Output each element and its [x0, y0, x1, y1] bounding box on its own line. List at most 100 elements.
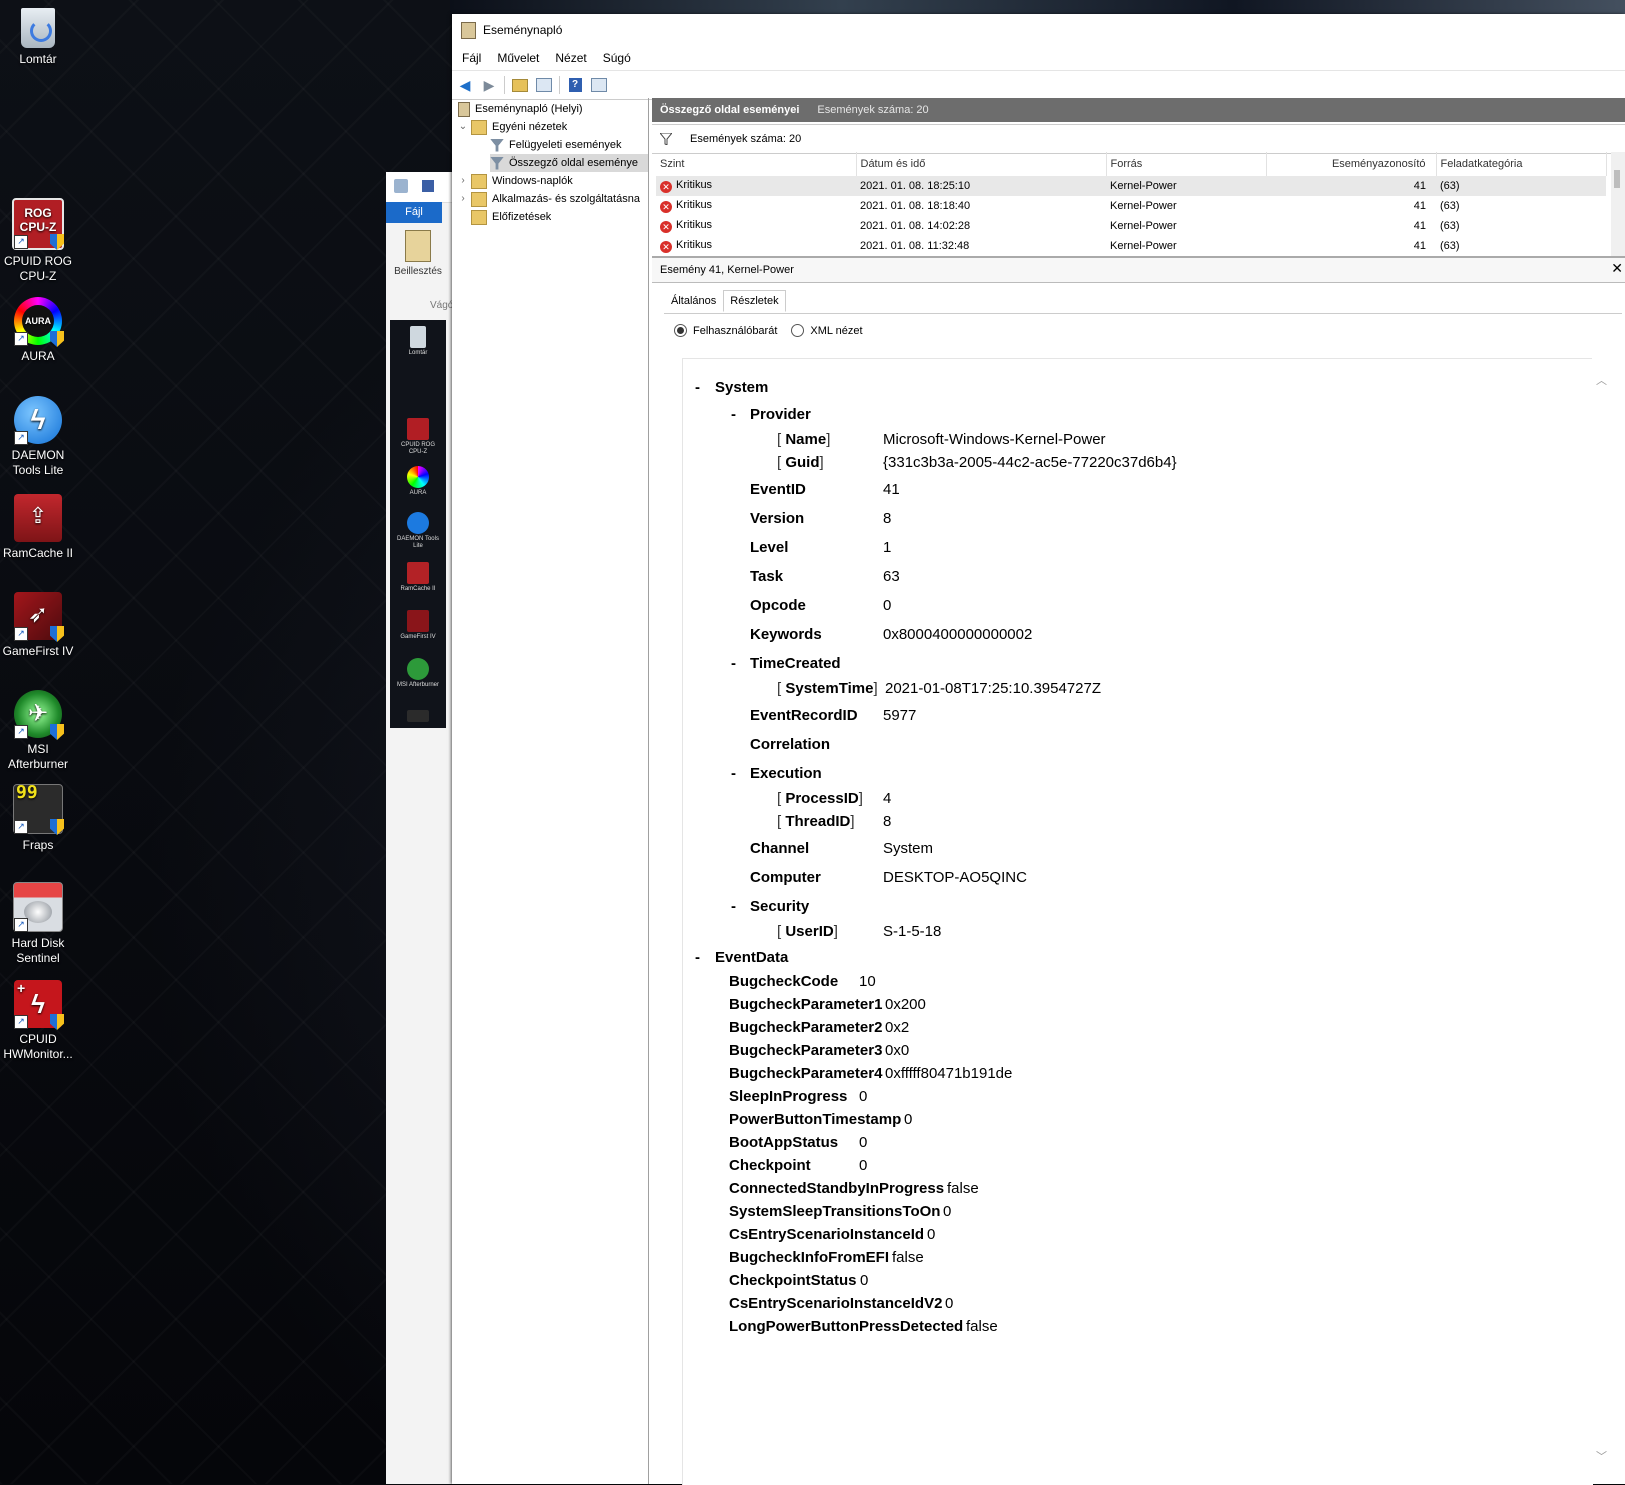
cell-source: Kernel-Power: [1110, 200, 1177, 212]
shortcut-arrow-icon: ↗: [14, 431, 28, 445]
rog-cpuz-icon: ROG CPU-Z ↗: [12, 198, 64, 250]
radio-xml-view[interactable]: [791, 324, 805, 337]
table-row[interactable]: ✕ Kritikus 2021. 01. 08. 18:25:10 Kernel-…: [656, 176, 1606, 196]
preview-icon: Lomtár: [396, 326, 440, 357]
field-value: 41: [883, 481, 900, 498]
tree-item-subscriptions[interactable]: Előfizetések: [471, 208, 551, 226]
shortcut-arrow-icon: ↗: [14, 627, 28, 641]
wordpad-quick-access-toolbar: [386, 172, 452, 203]
table-row[interactable]: ✕ Kritikus 2021. 01. 08. 14:02:28 Kernel-…: [656, 216, 1606, 236]
preview-icon-label: AURA: [409, 490, 427, 496]
tree-item-root[interactable]: Eseménynapló (Helyi): [458, 100, 583, 118]
field-key: EventID: [750, 481, 806, 498]
node-eventdata: EventData: [715, 949, 789, 966]
scrollbar-thumb[interactable]: [1614, 170, 1620, 188]
tree-item-summary-events[interactable]: Összegző oldal eseménye: [490, 154, 648, 172]
column-header-datetime[interactable]: Dátum és idő: [856, 152, 1107, 176]
collapse-toggle[interactable]: -: [731, 406, 736, 423]
event-viewer-window[interactable]: Eseménynapló Fájl Művelet Nézet Súgó ◀ ▶…: [452, 14, 1625, 1485]
tree-item-custom-views[interactable]: ⌄ Egyéni nézetek: [458, 118, 567, 136]
eventdata-value: 0: [945, 1295, 954, 1312]
ramcache-icon: ⇪: [14, 494, 62, 542]
show-hide-tree-icon[interactable]: [535, 76, 553, 94]
column-header-level[interactable]: Szint: [656, 152, 857, 176]
forward-arrow-icon[interactable]: ▶: [480, 76, 498, 94]
eventdata-value: 0: [859, 1134, 868, 1151]
save-icon[interactable]: [422, 180, 434, 192]
column-header-source[interactable]: Forrás: [1106, 152, 1267, 176]
cell-event-id: 41: [1266, 176, 1436, 196]
desktop-icon-hwmonitor[interactable]: ϟ + ↗ CPUID HWMonitor...: [0, 980, 76, 1062]
menu-file[interactable]: Fájl: [462, 51, 481, 65]
up-folder-icon[interactable]: [511, 76, 529, 94]
menu-view[interactable]: Nézet: [555, 51, 586, 65]
preview-icon-label: CPUID ROG CPU-Z: [400, 442, 435, 455]
back-arrow-icon[interactable]: ◀: [456, 76, 474, 94]
attr-guid-key: [ Guid]: [777, 454, 824, 471]
event-list-scrollbar[interactable]: [1611, 152, 1625, 256]
collapse-toggle[interactable]: -: [695, 949, 700, 966]
chevron-down-icon[interactable]: ⌄: [458, 118, 468, 136]
tab-details[interactable]: Részletek: [723, 290, 786, 312]
desktop-icon-aura[interactable]: AURA ↗ AURA: [0, 297, 76, 364]
field-value: 1: [883, 539, 892, 556]
help-icon[interactable]: ?: [566, 76, 584, 94]
scroll-down-icon[interactable]: ﹀: [1596, 1448, 1607, 1464]
tree-item-app-logs[interactable]: › Alkalmazás- és szolgáltatásna: [458, 190, 648, 208]
uac-shield-icon: [50, 626, 64, 642]
uac-shield-icon: [50, 331, 64, 347]
tree-item-label: Alkalmazás- és szolgáltatásna: [492, 193, 640, 205]
collapse-toggle[interactable]: -: [731, 898, 736, 915]
desktop-icon-fraps[interactable]: 99 ↗ Fraps: [0, 784, 76, 853]
shortcut-arrow-icon: ↗: [14, 332, 28, 346]
desktop-icon-recycle-bin[interactable]: Lomtár: [0, 8, 76, 67]
table-row[interactable]: ✕ Kritikus 2021. 01. 08. 18:18:40 Kernel-…: [656, 196, 1606, 216]
filter-icon: [660, 133, 672, 145]
column-header-category[interactable]: Feladatkategória: [1436, 152, 1607, 176]
background-wordpad-window[interactable]: Fájl Beillesztés Vágó Lomtár CPUID ROG C…: [386, 172, 453, 1484]
paste-button[interactable]: Beillesztés: [386, 230, 450, 277]
chevron-right-icon[interactable]: ›: [458, 172, 468, 190]
column-header-event-id[interactable]: Eseményazonosító: [1266, 152, 1437, 176]
menu-action[interactable]: Művelet: [497, 51, 539, 65]
eventdata-key: BugcheckParameter1: [729, 996, 883, 1013]
cell-source: Kernel-Power: [1110, 220, 1177, 232]
level-text: Kritikus: [676, 199, 713, 211]
collapse-toggle[interactable]: -: [695, 379, 700, 396]
eventdata-value: false: [966, 1318, 998, 1335]
preview-icon-label: MSI Afterburner: [396, 682, 440, 688]
show-action-pane-icon[interactable]: [590, 76, 608, 94]
close-icon[interactable]: ✕: [1611, 260, 1623, 277]
desktop-icon-cpuz[interactable]: ROG CPU-Z ↗ CPUID ROG CPU-Z: [0, 198, 76, 284]
scroll-up-icon[interactable]: ︿: [1596, 372, 1607, 388]
cell-category: (63): [1440, 220, 1460, 232]
collapse-toggle[interactable]: -: [731, 765, 736, 782]
tree-item-windows-logs[interactable]: › Windows-naplók: [458, 172, 573, 190]
table-row[interactable]: ✕ Kritikus 2021. 01. 08. 11:32:48 Kernel-…: [656, 236, 1606, 256]
radio-friendly-view[interactable]: [674, 324, 687, 337]
desktop-icon-msi-afterburner[interactable]: ✈ ↗ MSI Afterburner: [0, 690, 76, 772]
wordpad-file-tab[interactable]: Fájl: [386, 202, 442, 223]
tab-general[interactable]: Általános: [664, 290, 723, 312]
collapse-toggle[interactable]: -: [731, 655, 736, 672]
chevron-right-icon[interactable]: ›: [458, 190, 468, 208]
subscriptions-icon: [471, 209, 487, 225]
desktop-icon-hard-disk-sentinel[interactable]: ↗ Hard Disk Sentinel: [0, 882, 76, 966]
tree-item-admin-events[interactable]: Felügyeleti események: [490, 136, 622, 154]
filter-text: Események száma: 20: [690, 133, 802, 145]
preview-icon: CPUID ROG CPU-Z: [396, 418, 440, 456]
eventdata-value: 0: [859, 1157, 868, 1174]
attr-name-key: [ Name]: [777, 431, 831, 448]
desktop-icon-ramcache[interactable]: ⇪ RamCache II: [0, 494, 76, 561]
desktop-icon-label: Lomtár: [19, 52, 57, 66]
detail-scrollbar[interactable]: ︿ ﹀: [1592, 358, 1612, 1484]
event-list[interactable]: Szint Dátum és idő Forrás Eseményazonosí…: [652, 152, 1625, 258]
attr-userid-value: S-1-5-18: [883, 923, 942, 940]
menu-help[interactable]: Súgó: [603, 51, 631, 65]
desktop-icon-gamefirst[interactable]: ➶ ↗ GameFirst IV: [0, 592, 76, 659]
field-value: 0: [883, 597, 892, 614]
uac-shield-icon: [50, 819, 64, 835]
node-provider: Provider: [750, 406, 811, 423]
desktop-icon-daemon-tools[interactable]: ϟ ↗ DAEMON Tools Lite: [0, 396, 76, 478]
shortcut-arrow-icon: ↗: [14, 918, 28, 932]
